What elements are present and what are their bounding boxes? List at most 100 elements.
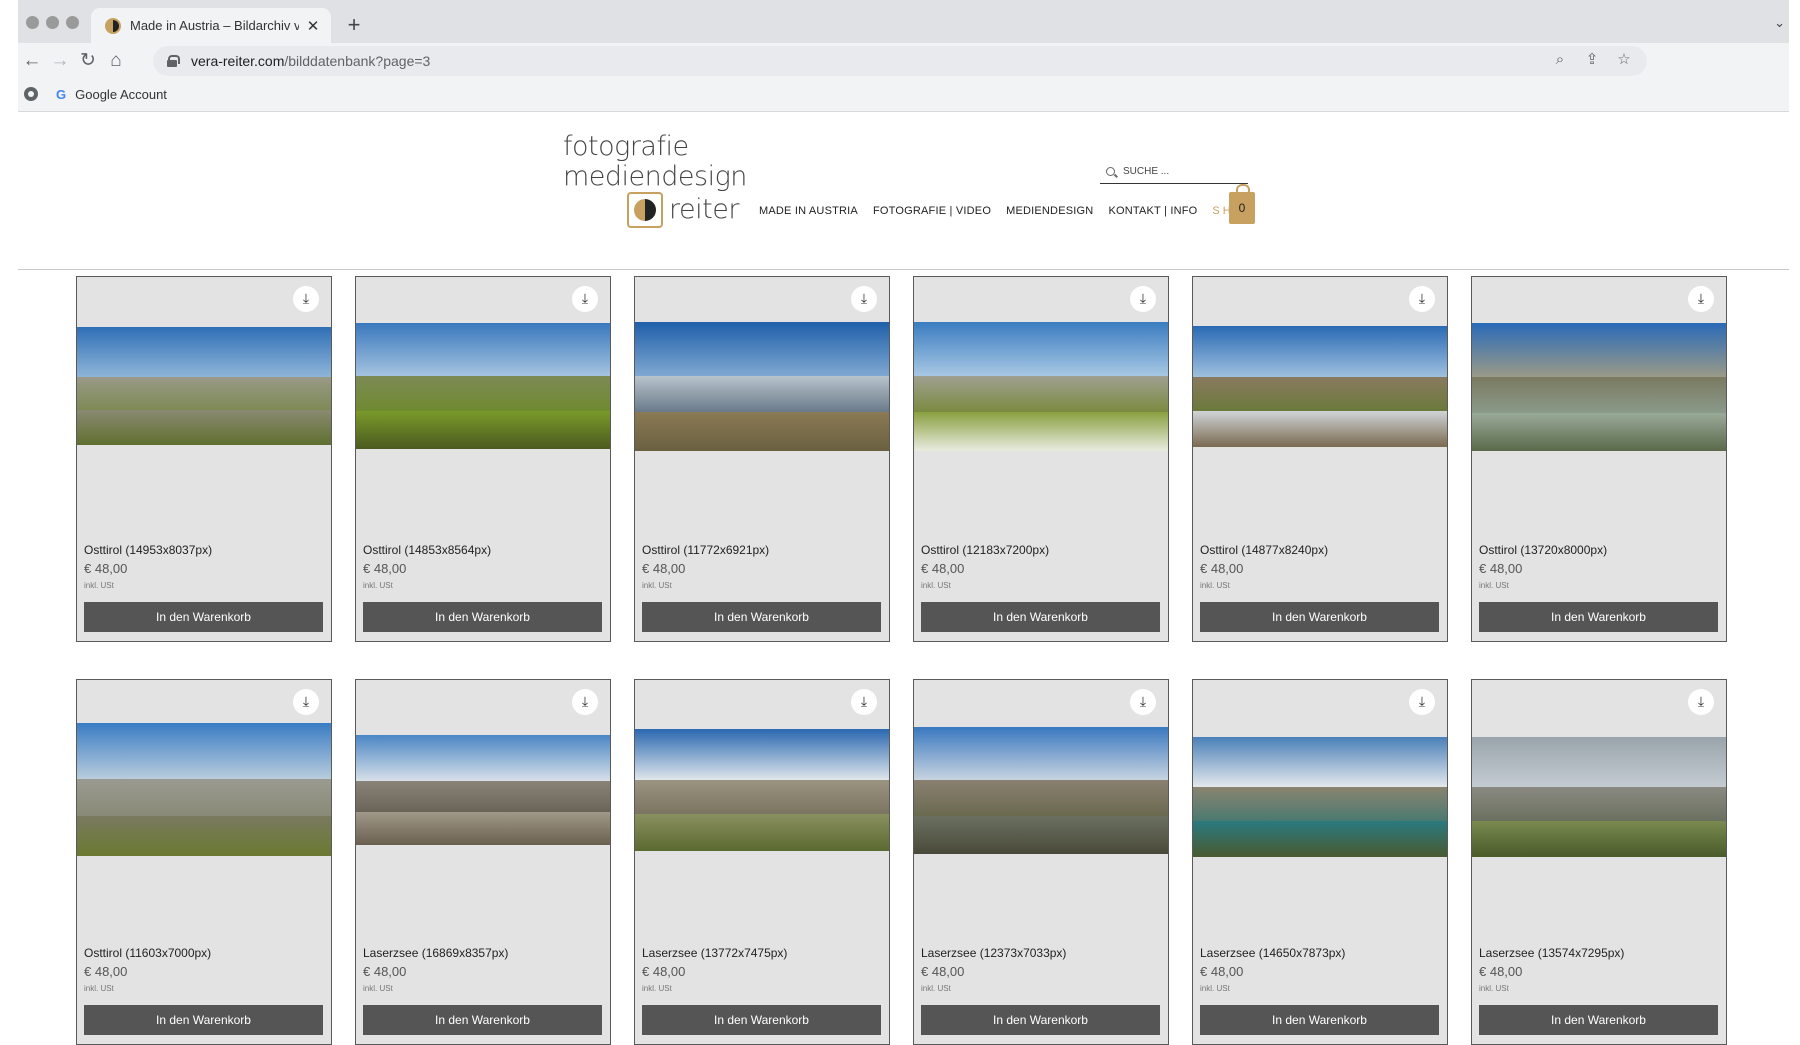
- browser-toolbar: ← → ↻ ⌂ vera-reiter.com /bilddatenbank?p…: [18, 43, 1789, 79]
- tax-note: inkl. USt: [363, 984, 393, 993]
- close-icon[interactable]: ✕: [305, 17, 321, 35]
- shopping-bag-icon[interactable]: 0: [1229, 184, 1255, 224]
- download-icon[interactable]: ⤓: [1409, 689, 1435, 715]
- site-header: fotografie mediendesign reiter MADE IN A…: [18, 112, 1789, 270]
- add-to-cart-button[interactable]: In den Warenkorb: [1200, 602, 1439, 632]
- download-icon[interactable]: ⤓: [1130, 286, 1156, 312]
- product-title[interactable]: Osttirol (13720x8000px): [1479, 543, 1607, 557]
- cart-count: 0: [1238, 201, 1246, 215]
- product-title[interactable]: Osttirol (14877x8240px): [1200, 543, 1328, 557]
- download-icon[interactable]: ⤓: [1409, 286, 1435, 312]
- download-icon[interactable]: ⤓: [572, 286, 598, 312]
- download-icon[interactable]: ⤓: [572, 689, 598, 715]
- product-title[interactable]: Laserzsee (12373x7033px): [921, 946, 1066, 960]
- apps-icon[interactable]: [24, 87, 38, 101]
- product-price: € 48,00: [921, 561, 965, 576]
- product-card: ⤓ Laserzsee (16869x8357px) € 48,00 inkl.…: [355, 679, 611, 1045]
- bookmark-google-account[interactable]: Google Account: [75, 87, 167, 102]
- window-close-dot[interactable]: [26, 16, 39, 29]
- nav-made-in-austria[interactable]: MADE IN AUSTRIA: [759, 205, 858, 217]
- product-title[interactable]: Laserzsee (14650x7873px): [1200, 946, 1345, 960]
- reload-icon[interactable]: ↻: [76, 49, 100, 73]
- back-icon[interactable]: ←: [20, 49, 44, 73]
- product-image[interactable]: [356, 323, 610, 449]
- download-icon[interactable]: ⤓: [1130, 689, 1156, 715]
- search-input[interactable]: [1123, 166, 1243, 177]
- download-icon[interactable]: ⤓: [1688, 286, 1714, 312]
- chevron-down-icon[interactable]: ⌄: [1774, 15, 1785, 31]
- google-icon: G: [56, 86, 67, 102]
- tax-note: inkl. USt: [642, 984, 672, 993]
- add-to-cart-button[interactable]: In den Warenkorb: [84, 602, 323, 632]
- product-card: ⤓ Laserzsee (13772x7475px) € 48,00 inkl.…: [634, 679, 890, 1045]
- product-image[interactable]: [914, 727, 1168, 854]
- add-to-cart-button[interactable]: In den Warenkorb: [363, 1005, 602, 1035]
- window-zoom-dot[interactable]: [66, 16, 79, 29]
- download-icon[interactable]: ⤓: [851, 286, 877, 312]
- logo-line-1: fotografie: [563, 131, 689, 162]
- lock-icon[interactable]: [167, 55, 180, 67]
- bookmark-star-icon[interactable]: ☆: [1615, 51, 1633, 69]
- product-title[interactable]: Laserzsee (13574x7295px): [1479, 946, 1624, 960]
- url-host: vera-reiter.com: [191, 53, 285, 69]
- product-image[interactable]: [77, 723, 331, 856]
- browser-tab[interactable]: Made in Austria – Bildarchiv vo ✕: [91, 8, 331, 43]
- product-title[interactable]: Laserzsee (16869x8357px): [363, 946, 508, 960]
- download-icon[interactable]: ⤓: [1688, 689, 1714, 715]
- product-image[interactable]: [1472, 323, 1726, 451]
- add-to-cart-button[interactable]: In den Warenkorb: [921, 1005, 1160, 1035]
- address-bar[interactable]: vera-reiter.com /bilddatenbank?page=3 ⌕ …: [153, 46, 1647, 76]
- add-to-cart-button[interactable]: In den Warenkorb: [642, 602, 881, 632]
- product-title[interactable]: Osttirol (11772x6921px): [642, 543, 769, 557]
- product-title[interactable]: Osttirol (14853x8564px): [363, 543, 491, 557]
- product-image[interactable]: [1193, 326, 1447, 447]
- product-image[interactable]: [635, 729, 889, 851]
- logo-line-2: mediendesign: [563, 161, 747, 192]
- tax-note: inkl. USt: [1200, 984, 1230, 993]
- add-to-cart-button[interactable]: In den Warenkorb: [84, 1005, 323, 1035]
- zoom-icon[interactable]: ⌕: [1551, 51, 1569, 69]
- download-icon[interactable]: ⤓: [851, 689, 877, 715]
- product-image[interactable]: [1193, 737, 1447, 857]
- product-title[interactable]: Osttirol (11603x7000px): [84, 946, 211, 960]
- forward-icon[interactable]: →: [48, 49, 72, 73]
- home-icon[interactable]: ⌂: [104, 49, 128, 73]
- product-grid: ⤓ Osttirol (14953x8037px) € 48,00 inkl. …: [76, 276, 1727, 1045]
- add-to-cart-button[interactable]: In den Warenkorb: [363, 602, 602, 632]
- nav-fotografie-video[interactable]: FOTOGRAFIE | VIDEO: [873, 205, 991, 217]
- product-image[interactable]: [77, 327, 331, 445]
- product-image[interactable]: [356, 735, 610, 845]
- product-title[interactable]: Osttirol (12183x7200px): [921, 543, 1049, 557]
- tax-note: inkl. USt: [363, 581, 393, 590]
- search-box[interactable]: [1100, 160, 1248, 184]
- download-icon[interactable]: ⤓: [293, 286, 319, 312]
- product-image[interactable]: [1472, 737, 1726, 857]
- tax-note: inkl. USt: [84, 984, 114, 993]
- browser-chrome: Made in Austria – Bildarchiv vo ✕ + ⌄ ← …: [18, 0, 1789, 112]
- search-icon[interactable]: [1106, 167, 1115, 176]
- download-icon[interactable]: ⤓: [293, 689, 319, 715]
- add-to-cart-button[interactable]: In den Warenkorb: [642, 1005, 881, 1035]
- tax-note: inkl. USt: [1200, 581, 1230, 590]
- add-to-cart-button[interactable]: In den Warenkorb: [1479, 1005, 1718, 1035]
- product-price: € 48,00: [1200, 964, 1244, 979]
- product-title[interactable]: Osttirol (14953x8037px): [84, 543, 212, 557]
- nav-kontakt-info[interactable]: KONTAKT | INFO: [1108, 205, 1197, 217]
- tax-note: inkl. USt: [921, 581, 951, 590]
- add-to-cart-button[interactable]: In den Warenkorb: [921, 602, 1160, 632]
- add-to-cart-button[interactable]: In den Warenkorb: [1479, 602, 1718, 632]
- add-to-cart-button[interactable]: In den Warenkorb: [1200, 1005, 1439, 1035]
- new-tab-icon[interactable]: +: [343, 12, 365, 38]
- product-title[interactable]: Laserzsee (13772x7475px): [642, 946, 787, 960]
- product-image[interactable]: [635, 322, 889, 451]
- tax-note: inkl. USt: [1479, 984, 1509, 993]
- window-minimize-dot[interactable]: [46, 16, 59, 29]
- nav-mediendesign[interactable]: MEDIENDESIGN: [1006, 205, 1093, 217]
- product-price: € 48,00: [363, 964, 407, 979]
- site-logo[interactable]: fotografie mediendesign reiter: [563, 131, 747, 228]
- product-price: € 48,00: [363, 561, 407, 576]
- product-image[interactable]: [914, 322, 1168, 451]
- share-icon[interactable]: ⇪: [1583, 51, 1601, 69]
- product-price: € 48,00: [1479, 561, 1523, 576]
- logo-mark-icon: [627, 192, 663, 228]
